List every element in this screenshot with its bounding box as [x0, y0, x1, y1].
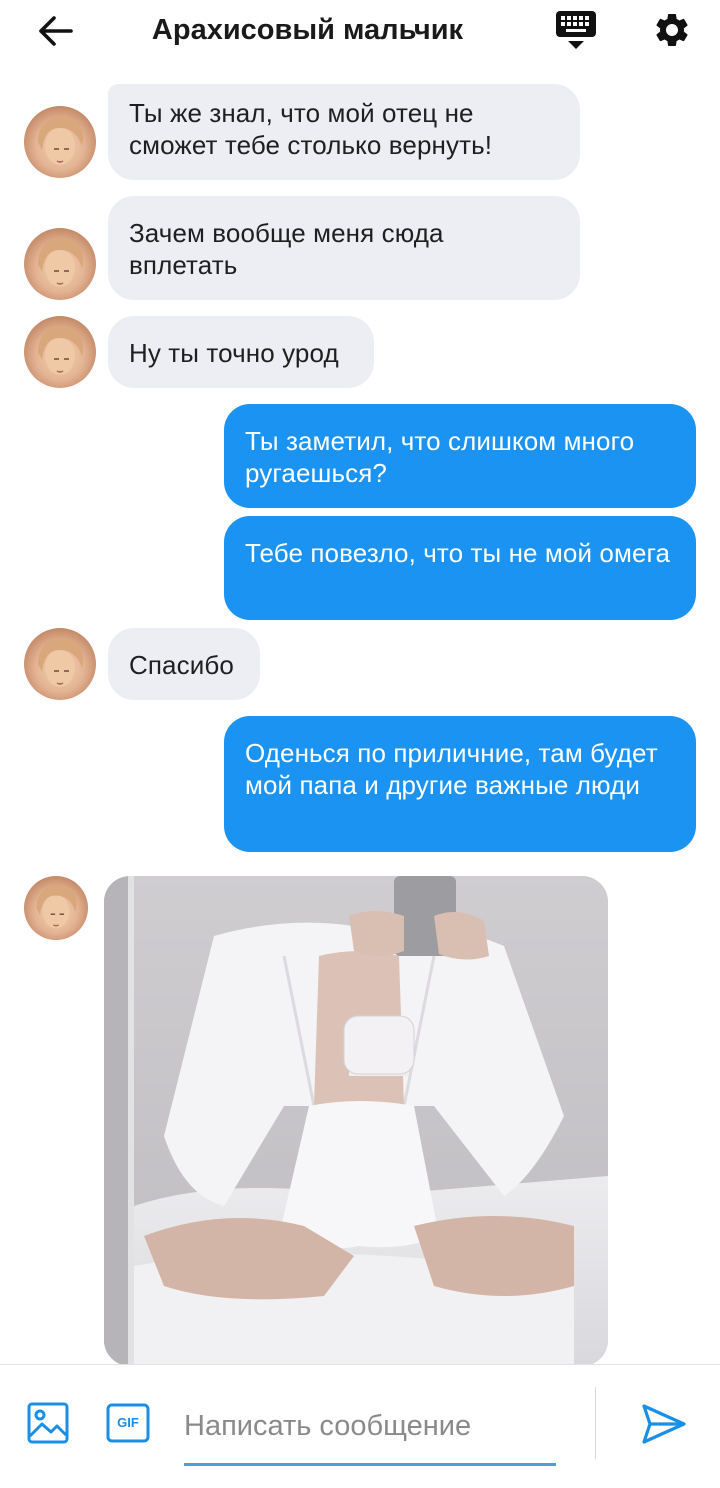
contact-avatar[interactable]	[24, 106, 96, 178]
attach-image-button[interactable]	[24, 1399, 72, 1447]
message-text: Ты заметил, что слишком много ругаешься?	[245, 426, 635, 488]
photo-content	[104, 876, 608, 1366]
send-button[interactable]	[638, 1399, 690, 1449]
message-composer: GIF	[0, 1364, 720, 1488]
message-bubble-incoming: Спасибо	[108, 628, 260, 700]
message-bubble-incoming: Ты же знал, что мой отец не сможет тебе …	[108, 84, 580, 180]
keyboard-hide-icon	[556, 11, 596, 49]
composer-divider	[595, 1387, 596, 1459]
message-bubble-incoming: Зачем вообще меня сюда вплетать	[108, 196, 580, 300]
avatar-portrait	[36, 884, 77, 929]
gear-icon	[656, 13, 688, 46]
attach-gif-button[interactable]: GIF	[104, 1399, 152, 1447]
message-input[interactable]	[184, 1395, 556, 1466]
image-icon	[27, 1402, 69, 1444]
message-text: Ты же знал, что мой отец не сможет тебе …	[129, 98, 493, 160]
back-button[interactable]	[30, 8, 80, 54]
chat-header: Арахисовый мальчик	[0, 0, 720, 62]
message-bubble-incoming: Ну ты точно урод	[108, 316, 374, 388]
avatar-portrait	[38, 237, 84, 287]
chat-screen: Арахисовый мальчик Ты же знал, что мой о…	[0, 0, 720, 1488]
avatar-portrait	[38, 325, 84, 375]
settings-button[interactable]	[648, 6, 696, 54]
avatar-portrait	[38, 115, 84, 165]
message-text: Зачем вообще меня сюда вплетать	[129, 218, 444, 280]
avatar-portrait	[38, 637, 84, 687]
message-bubble-outgoing: Тебе повезло, что ты не мой омега	[224, 516, 696, 620]
message-bubble-outgoing: Оденься по приличние, там будет мой папа…	[224, 716, 696, 852]
message-bubble-outgoing: Ты заметил, что слишком много ругаешься?	[224, 404, 696, 508]
message-text: Оденься по приличние, там будет мой папа…	[245, 738, 658, 800]
message-text: Ну ты точно урод	[129, 338, 339, 368]
arrow-left-icon	[39, 16, 73, 46]
message-image[interactable]	[104, 876, 608, 1366]
message-text: Тебе повезло, что ты не мой омега	[245, 538, 671, 568]
gif-label: GIF	[117, 1415, 139, 1430]
keyboard-button[interactable]	[552, 6, 600, 54]
contact-avatar[interactable]	[24, 876, 88, 940]
send-icon	[642, 1404, 686, 1444]
chat-title: Арахисовый мальчик	[151, 14, 464, 46]
message-text: Спасибо	[129, 650, 234, 680]
contact-avatar[interactable]	[24, 628, 96, 700]
contact-avatar[interactable]	[24, 316, 96, 388]
contact-avatar[interactable]	[24, 228, 96, 300]
